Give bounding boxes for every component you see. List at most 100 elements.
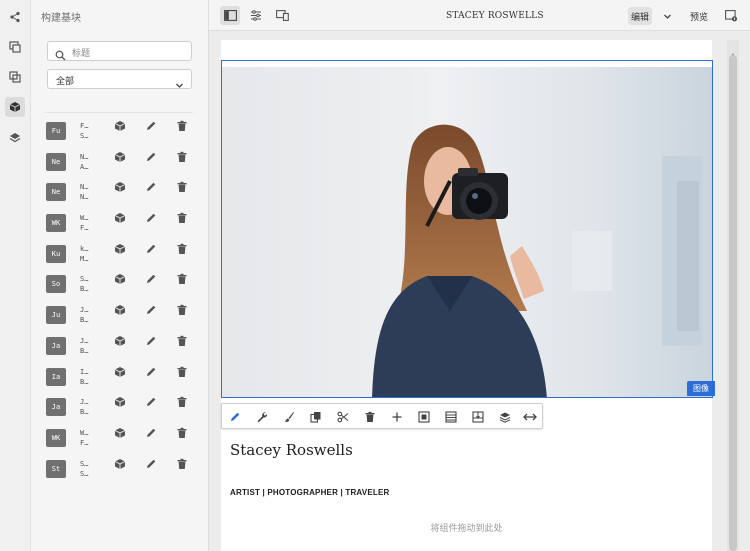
pencil-icon[interactable] bbox=[144, 395, 158, 409]
block-row[interactable]: Ku k… M… bbox=[46, 239, 196, 270]
scroll-thumb[interactable] bbox=[729, 55, 737, 551]
cube-icon[interactable] bbox=[113, 150, 127, 164]
pencil-icon[interactable] bbox=[144, 150, 158, 164]
block-subtitle: F… bbox=[80, 224, 89, 233]
group-icon[interactable] bbox=[470, 409, 486, 425]
cube-icon[interactable] bbox=[113, 395, 127, 409]
block-row[interactable]: Ne N… A… bbox=[46, 147, 196, 178]
divider bbox=[45, 112, 193, 113]
pencil-icon[interactable] bbox=[144, 334, 158, 348]
block-subtitle: M… bbox=[80, 254, 89, 263]
cube-icon[interactable] bbox=[113, 119, 127, 133]
properties-icon[interactable] bbox=[246, 6, 266, 25]
block-title: J… bbox=[80, 336, 89, 345]
wrench-icon[interactable] bbox=[254, 409, 270, 425]
blocks-icon[interactable] bbox=[5, 97, 25, 117]
page-info-icon[interactable] bbox=[721, 6, 741, 25]
block-title: J… bbox=[80, 398, 89, 407]
person-name-heading[interactable]: Stacey Roswells bbox=[230, 441, 353, 459]
pencil-icon[interactable] bbox=[144, 303, 158, 317]
block-text: W… F… bbox=[80, 428, 88, 448]
crop-icon[interactable] bbox=[416, 409, 432, 425]
trash-icon[interactable] bbox=[175, 395, 189, 409]
plus-icon[interactable] bbox=[389, 409, 405, 425]
trash-icon[interactable] bbox=[175, 150, 189, 164]
trash-icon[interactable] bbox=[175, 180, 189, 194]
cube-icon[interactable] bbox=[113, 180, 127, 194]
cube-icon[interactable] bbox=[113, 242, 127, 256]
tagline-text[interactable]: ARTIST | PHOTOGRAPHER | TRAVELER bbox=[230, 488, 389, 497]
scrollbar[interactable] bbox=[727, 40, 739, 551]
list-icon[interactable] bbox=[443, 409, 459, 425]
trash-icon[interactable] bbox=[175, 303, 189, 317]
image-component[interactable] bbox=[221, 60, 713, 398]
components-icon[interactable] bbox=[5, 67, 25, 87]
cube-icon[interactable] bbox=[113, 211, 127, 225]
trash-icon[interactable] bbox=[362, 409, 378, 425]
cube-icon[interactable] bbox=[113, 334, 127, 348]
layers-icon[interactable] bbox=[5, 128, 25, 148]
brush-icon[interactable] bbox=[281, 409, 297, 425]
block-row[interactable]: Ju J… B… bbox=[46, 300, 196, 331]
cube-icon[interactable] bbox=[113, 272, 127, 286]
pencil-icon[interactable] bbox=[144, 426, 158, 440]
pencil-icon[interactable] bbox=[227, 409, 243, 425]
block-row[interactable]: St S… S… bbox=[46, 454, 196, 485]
drop-zone-hint[interactable]: 将组件拖动到此处 bbox=[221, 521, 712, 534]
cube-icon[interactable] bbox=[113, 457, 127, 471]
block-row[interactable]: Ja J… B… bbox=[46, 392, 196, 423]
chevron-down-icon[interactable] bbox=[658, 7, 676, 25]
share-icon[interactable] bbox=[5, 7, 25, 27]
photo-woman-with-camera bbox=[222, 61, 712, 397]
stack-icon[interactable] bbox=[497, 409, 513, 425]
toggle-side-panel-icon[interactable] bbox=[220, 6, 240, 25]
pencil-icon[interactable] bbox=[144, 211, 158, 225]
pencil-icon[interactable] bbox=[144, 119, 158, 133]
cut-icon[interactable] bbox=[335, 409, 351, 425]
filter-select[interactable]: 全部 bbox=[47, 69, 192, 89]
block-row[interactable]: Ia I… B… bbox=[46, 362, 196, 393]
block-text: k… M… bbox=[80, 244, 88, 264]
trash-icon[interactable] bbox=[175, 334, 189, 348]
block-title: F… bbox=[80, 122, 89, 130]
preview-mode-button[interactable]: 预览 bbox=[687, 7, 711, 25]
pencil-icon[interactable] bbox=[144, 242, 158, 256]
pencil-icon[interactable] bbox=[144, 180, 158, 194]
block-text: J… B… bbox=[80, 305, 88, 325]
copy-icon[interactable] bbox=[308, 409, 324, 425]
resize-icon[interactable] bbox=[522, 409, 538, 425]
pencil-icon[interactable] bbox=[144, 272, 158, 286]
block-subtitle: S… bbox=[80, 132, 89, 140]
cube-icon[interactable] bbox=[113, 426, 127, 440]
block-text: F… S… bbox=[80, 121, 88, 141]
chevron-down-icon bbox=[175, 75, 184, 94]
block-row[interactable]: Ja J… B… bbox=[46, 331, 196, 362]
trash-icon[interactable] bbox=[175, 365, 189, 379]
block-title: W… bbox=[80, 428, 89, 437]
trash-icon[interactable] bbox=[175, 119, 189, 133]
trash-icon[interactable] bbox=[175, 242, 189, 256]
block-row[interactable]: So S… B… bbox=[46, 269, 196, 300]
block-row[interactable]: WK W… F… bbox=[46, 208, 196, 239]
pencil-icon[interactable] bbox=[144, 365, 158, 379]
block-abbreviation: Fu bbox=[46, 122, 66, 140]
cube-icon[interactable] bbox=[113, 365, 127, 379]
block-text: N… A… bbox=[80, 152, 88, 172]
editor-app: 构建基块 标题 全部 Fu F… S… Ne N… A… Ne N… N… WK W… F… Ku k… M… bbox=[0, 0, 750, 551]
trash-icon[interactable] bbox=[175, 457, 189, 471]
assets-icon[interactable] bbox=[5, 37, 25, 57]
block-row[interactable]: Ne N… N… bbox=[46, 177, 196, 208]
trash-icon[interactable] bbox=[175, 426, 189, 440]
pencil-icon[interactable] bbox=[144, 457, 158, 471]
cube-icon[interactable] bbox=[113, 303, 127, 317]
edit-mode-button[interactable]: 编辑 bbox=[628, 7, 652, 25]
page-title: STACEY ROSWELLS bbox=[446, 11, 544, 21]
trash-icon[interactable] bbox=[175, 211, 189, 225]
block-text: I… B… bbox=[80, 367, 88, 387]
emulator-icon[interactable] bbox=[272, 6, 292, 25]
search-input[interactable]: 标题 bbox=[47, 41, 192, 61]
trash-icon[interactable] bbox=[175, 272, 189, 286]
block-subtitle: B… bbox=[80, 285, 89, 294]
block-row[interactable]: WK W… F… bbox=[46, 423, 196, 454]
block-row[interactable]: Fu F… S… bbox=[46, 116, 196, 147]
